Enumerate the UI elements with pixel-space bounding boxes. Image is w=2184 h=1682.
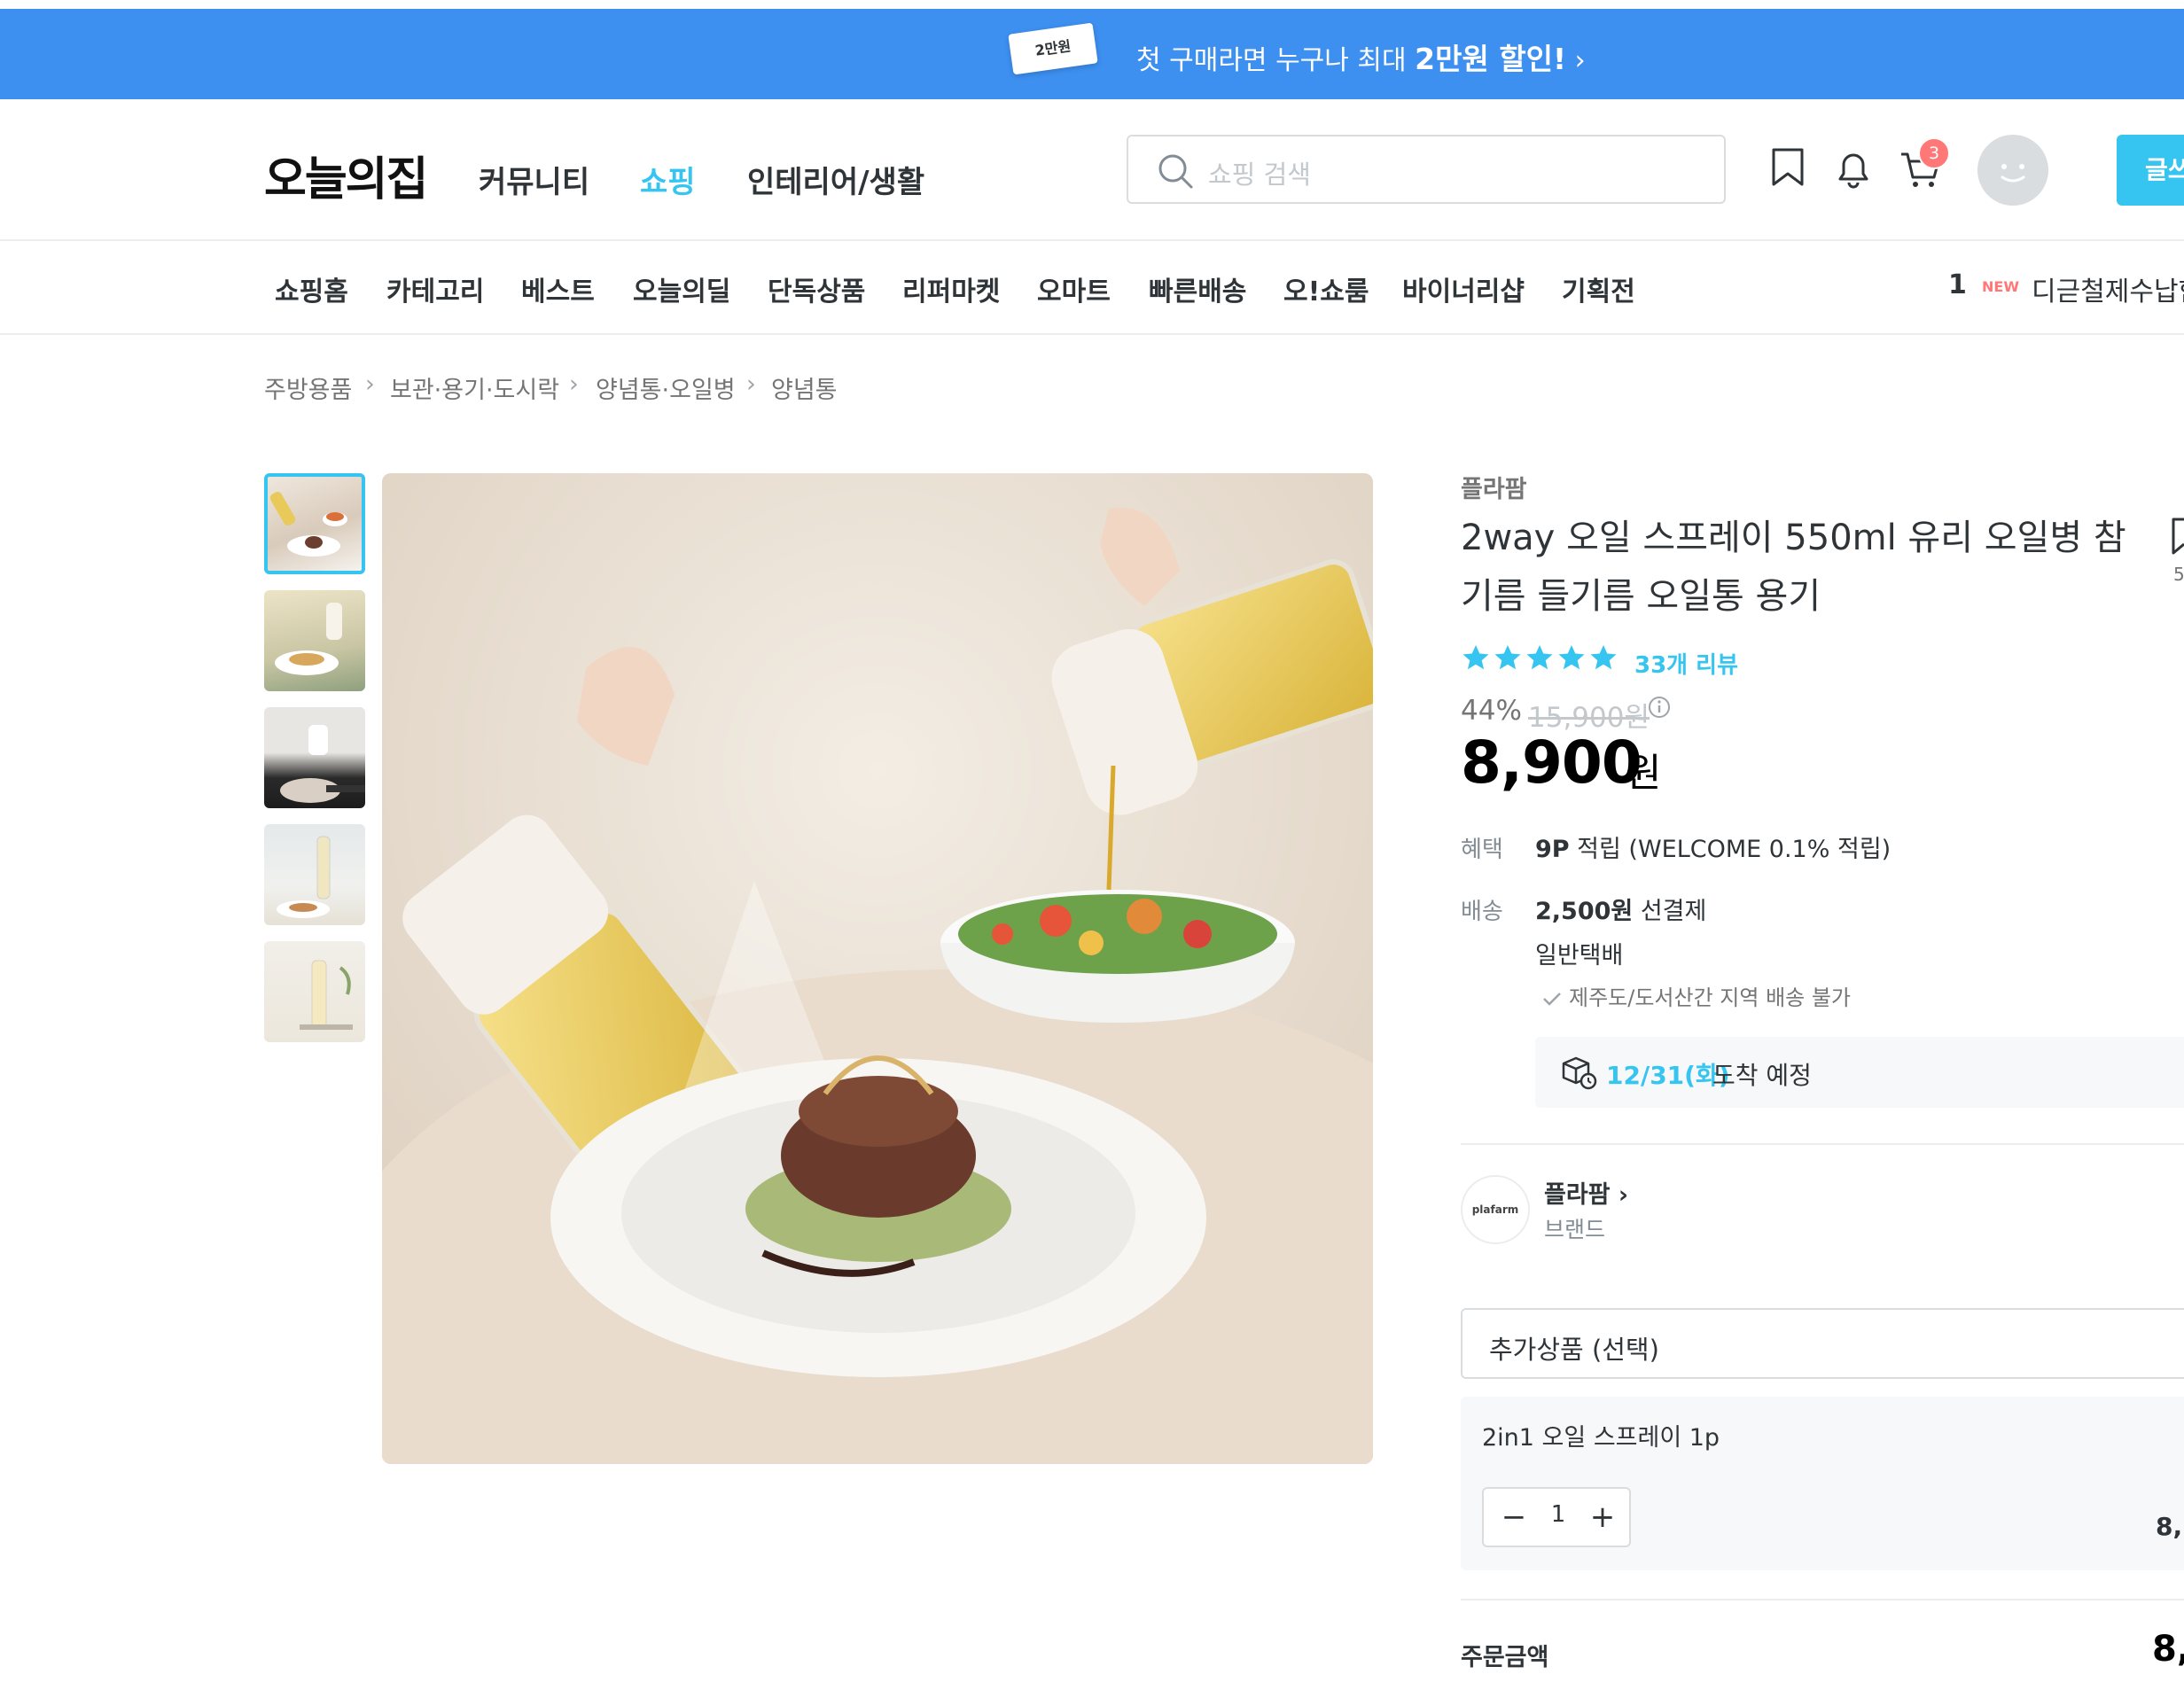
promo-text-pre: 첫 구매라면 누구나 최대 (1136, 45, 1416, 76)
delivery-fee-amount: 2,500원 (1535, 898, 1634, 925)
thumbnail-1[interactable] (264, 473, 365, 574)
product-title: 2way 오일 스프레이 550ml 유리 오일병 참기름 들기름 오일통 용기 (1461, 518, 2126, 617)
divider (1461, 1143, 2184, 1145)
delivery-fee: 2,500원 선결제 (1535, 892, 1706, 926)
thumbnail-image (269, 492, 347, 557)
shop-nav-omart[interactable]: 오마트 (1037, 269, 1111, 308)
additional-product-select[interactable]: 추가상품 (선택) (1461, 1308, 2184, 1379)
site-logo[interactable]: 오늘의집 (264, 142, 428, 208)
thumbnail-image (275, 603, 342, 675)
scrap-icon[interactable] (2170, 518, 2184, 557)
arrival-text: 도착 예정 (1712, 1061, 1812, 1090)
delivery-box-icon (1562, 1056, 1597, 1090)
divider (0, 239, 2184, 241)
search-input[interactable]: 쇼핑 검색 (1127, 135, 1726, 204)
brand-type-label: 브랜드 (1544, 1217, 1606, 1242)
thumbnail-image (277, 836, 331, 918)
thumbnail-3[interactable] (264, 707, 365, 808)
discount-rate: 44% (1461, 695, 1522, 727)
avatar[interactable] (1977, 135, 2048, 206)
shop-nav-exclusive[interactable]: 단독상품 (768, 269, 865, 308)
chevron-right-icon: › (365, 370, 375, 398)
search-icon (1158, 154, 1193, 189)
breadcrumb-item[interactable]: 양념통 (771, 370, 838, 405)
arrival-date: 12/31(화) (1606, 1061, 1730, 1090)
star-icon (1526, 645, 1553, 670)
star-icon (1494, 645, 1521, 670)
bell-icon[interactable] (1833, 147, 1874, 190)
divider (1461, 1599, 2184, 1600)
minus-icon[interactable]: − (1494, 1498, 1533, 1537)
shop-nav-home[interactable]: 쇼핑홈 (275, 269, 348, 308)
shop-nav-fast-delivery[interactable]: 빠른배송 (1149, 269, 1246, 308)
selected-option-card: 2in1 오일 스프레이 1p − 1 + 8, (1461, 1397, 2184, 1570)
brand-home-link[interactable]: 플라팜 › (1544, 1175, 1628, 1210)
total-value: 8, (2152, 1629, 2184, 1670)
star-icon (1558, 645, 1585, 670)
shop-nav-showroom[interactable]: 오!쇼룸 (1283, 269, 1369, 308)
info-icon[interactable] (1647, 695, 1672, 720)
review-count-link[interactable]: 33개 리뷰 (1634, 647, 1738, 680)
shop-nav-refurb[interactable]: 리퍼마켓 (902, 269, 1000, 308)
nav-shopping[interactable]: 쇼핑 (640, 158, 696, 201)
check-icon (1543, 993, 1561, 1006)
ranking-keyword[interactable]: 디귿철제수납함 (2032, 269, 2184, 308)
search-placeholder: 쇼핑 검색 (1208, 160, 1311, 190)
benefit-value: 9P 적립 (WELCOME 0.1% 적립) (1535, 829, 1891, 864)
breadcrumb-item[interactable]: 양념통·오일병 (596, 370, 736, 405)
thumbnail-5[interactable] (264, 941, 365, 1042)
benefit-text: 적립 (WELCOME 0.1% 적립) (1569, 836, 1892, 863)
nav-interior-life[interactable]: 인테리어/생활 (747, 158, 924, 201)
delivery-label: 배송 (1461, 899, 1503, 925)
benefit-label: 혜택 (1461, 837, 1503, 863)
option-price: 8, (2156, 1512, 2183, 1541)
total-label: 주문금액 (1461, 1644, 1549, 1671)
sale-price: 8,900 (1461, 728, 1642, 797)
product-brand[interactable]: 플라팜 (1461, 470, 1527, 504)
cart-count-badge: 3 (1918, 137, 1950, 169)
scrap-count: 5 (2173, 564, 2184, 585)
delivery-note: 제주도/도서산간 지역 배송 불가 (1542, 980, 1851, 1011)
price-currency: 원 (1626, 751, 1662, 796)
ranking-number: 1 (1948, 269, 1967, 300)
shop-nav-category[interactable]: 카테고리 (386, 269, 484, 308)
plus-icon[interactable]: + (1583, 1498, 1622, 1537)
nav-community[interactable]: 커뮤니티 (479, 158, 589, 201)
brand-logo[interactable]: plafarm (1461, 1175, 1530, 1244)
divider (0, 333, 2184, 335)
breadcrumb-item[interactable]: 보관·용기·도시락 (390, 370, 559, 405)
write-button[interactable]: 글쓰 (2117, 135, 2184, 206)
delivery-fee-suffix: 선결제 (1633, 898, 1707, 925)
product-main-image[interactable] (382, 473, 1373, 1464)
smiley-icon (2001, 164, 2025, 183)
benefit-points: 9P (1535, 836, 1570, 863)
quantity-value[interactable]: 1 (1546, 1501, 1571, 1528)
delivery-type: 일반택배 (1535, 942, 1624, 969)
shop-nav-binary-shop[interactable]: 바이너리샵 (1402, 269, 1525, 308)
delivery-note-text: 제주도/도서산간 지역 배송 불가 (1569, 985, 1852, 1010)
star-icon (1462, 645, 1489, 670)
selected-option-name: 2in1 오일 스프레이 1p (1482, 1424, 1720, 1452)
rating-stars[interactable] (1461, 643, 1620, 674)
thumbnail-4[interactable] (264, 824, 365, 925)
shop-nav-todays-deal[interactable]: 오늘의딜 (633, 269, 730, 308)
breadcrumb-item[interactable]: 주방용품 (264, 370, 352, 405)
product-photo (382, 473, 1373, 1464)
chevron-right-icon: › (746, 370, 756, 398)
promo-text[interactable]: 첫 구매라면 누구나 최대 2만원 할인! › (1136, 35, 1586, 78)
chevron-right-icon: › (1574, 45, 1586, 76)
bookmark-icon[interactable] (1769, 147, 1806, 188)
thumbnail-image (280, 725, 365, 803)
star-icon (1590, 645, 1617, 670)
shop-nav-best[interactable]: 베스트 (521, 269, 595, 308)
thumbnail-image (300, 960, 353, 1030)
promo-text-bold: 2만원 할인! (1415, 42, 1567, 76)
thumbnail-2[interactable] (264, 590, 365, 691)
arrival-estimate: 12/31(화) 도착 예정 (1535, 1037, 2184, 1108)
chevron-right-icon: › (569, 370, 579, 398)
quantity-stepper[interactable]: − 1 + (1482, 1487, 1631, 1547)
ranking-new-badge: NEW (1982, 278, 2019, 295)
select-placeholder: 추가상품 (선택) (1489, 1335, 1659, 1365)
shop-nav-exhibition[interactable]: 기획전 (1562, 269, 1635, 308)
